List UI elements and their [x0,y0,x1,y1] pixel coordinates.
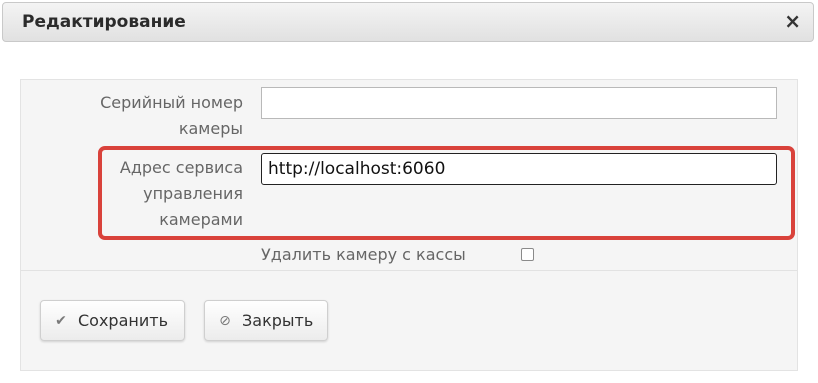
ban-icon: ⊘ [219,312,231,329]
edit-dialog: Редактирование × Серийный номер камеры А… [0,0,818,383]
save-button-label: Сохранить [78,311,168,330]
close-button[interactable]: ⊘ Закрыть [204,300,328,341]
service-address-label-line2: управления [143,184,243,203]
footer-divider [21,270,797,271]
dialog-titlebar: Редактирование × [2,2,814,42]
service-address-input[interactable] [261,153,777,185]
serial-number-label-line1: Серийный номер [100,93,243,112]
delete-camera-label: Удалить камеру с кассы [261,245,466,264]
service-address-label-line3: камерами [159,210,243,229]
serial-number-label-line2: камеры [178,119,243,138]
delete-camera-checkbox[interactable] [521,248,534,261]
check-icon: ✔ [55,312,67,329]
service-address-label: Адрес сервиса управления камерами [61,155,243,233]
close-button-label: Закрыть [242,311,314,330]
dialog-title: Редактирование [22,12,186,32]
save-button[interactable]: ✔ Сохранить [40,300,185,341]
service-address-label-line1: Адрес сервиса [119,158,243,177]
serial-number-input[interactable] [261,87,777,119]
serial-number-label: Серийный номер камеры [61,90,243,142]
close-icon[interactable]: × [784,9,801,33]
form-panel: Серийный номер камеры Адрес сервиса упра… [20,79,798,371]
form-area: Серийный номер камеры Адрес сервиса упра… [21,80,797,270]
